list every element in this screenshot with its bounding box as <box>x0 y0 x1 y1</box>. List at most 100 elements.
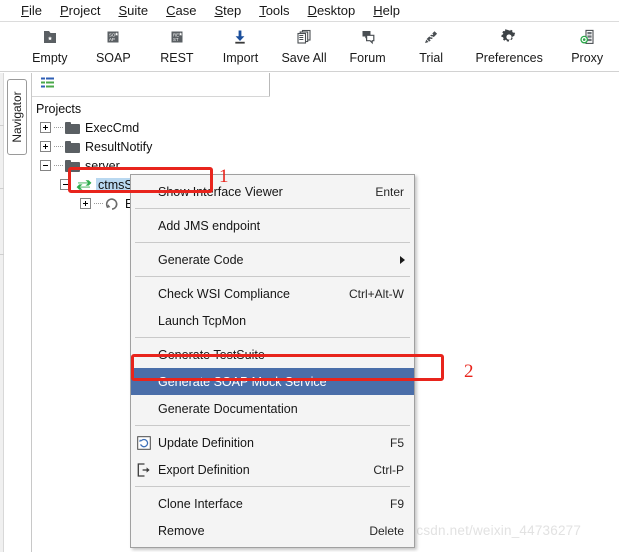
menu-item-label: Clone Interface <box>158 496 243 511</box>
collapse-toggle-icon[interactable] <box>40 160 51 171</box>
tree-label-resultnotify: ResultNotify <box>85 139 153 154</box>
save-all-icon <box>294 26 314 48</box>
menu-item-clone-interface[interactable]: Clone Interface F9 <box>131 490 414 517</box>
navigator-tab-label: Navigator <box>10 91 24 143</box>
menu-step[interactable]: Step <box>205 1 250 20</box>
operation-icon <box>105 197 121 211</box>
tree-row-projects[interactable]: Projects <box>36 99 81 118</box>
gear-icon <box>499 26 519 48</box>
menu-item-generate-documentation[interactable]: Generate Documentation <box>131 395 414 422</box>
tree-connector <box>54 164 63 167</box>
tree-connector <box>94 202 103 205</box>
menu-desktop[interactable]: Desktop <box>299 1 365 20</box>
submenu-arrow-icon <box>400 255 405 264</box>
menu-item-generate-testsuite[interactable]: Generate TestSuite <box>131 341 414 368</box>
menu-item-shortcut: Delete <box>369 523 404 538</box>
expand-toggle-icon[interactable] <box>40 141 51 152</box>
strip-divider-3 <box>0 254 4 255</box>
toolbar-label-proxy: Proxy <box>571 51 604 65</box>
collapse-toggle-icon[interactable] <box>60 179 71 190</box>
toolbar-label-preferences: Preferences <box>475 51 543 65</box>
toolbar-button-empty[interactable]: Empty <box>18 22 82 70</box>
menu-item-label: Launch TcpMon <box>158 313 247 328</box>
menu-item-update-definition[interactable]: Update Definition F5 <box>131 429 414 456</box>
toolbar-label-trial: Trial <box>419 51 444 65</box>
proxy-icon <box>577 26 597 48</box>
trial-icon <box>421 26 441 48</box>
tree-connector <box>54 126 63 129</box>
menu-file[interactable]: File <box>12 1 51 20</box>
folder-icon <box>65 140 80 153</box>
toolbar-label-rest: REST <box>160 51 194 65</box>
toolbar-button-import[interactable]: Import <box>209 22 273 70</box>
toolbar-label-import: Import <box>222 51 259 65</box>
navigator-strip: Navigator <box>0 73 32 552</box>
menu-tools[interactable]: Tools <box>250 1 298 20</box>
strip-divider-2 <box>0 188 4 189</box>
expand-toggle-icon[interactable] <box>40 122 51 133</box>
forum-icon <box>358 26 378 48</box>
toolbar-button-trial[interactable]: Trial <box>399 22 463 70</box>
menu-separator <box>135 276 410 277</box>
menu-help[interactable]: Help <box>364 1 409 20</box>
menu-bar: File Project Suite Case Step Tools Deskt… <box>0 0 619 22</box>
tree-row-resultnotify[interactable]: ResultNotify <box>40 137 152 156</box>
menu-item-label: Check WSI Compliance <box>158 286 290 301</box>
menu-item-generate-code[interactable]: Generate Code <box>131 246 414 273</box>
toolbar-button-soap[interactable]: SO AP SOAP <box>82 22 146 70</box>
menu-item-label: Remove <box>158 523 205 538</box>
menu-item-label: Generate TestSuite <box>158 347 265 362</box>
folder-icon <box>65 121 80 134</box>
menu-item-label: Export Definition <box>158 462 250 477</box>
annotation-number-2: 2 <box>464 361 474 382</box>
strip-edge <box>0 73 4 552</box>
toolbar-button-save-all[interactable]: Save All <box>272 22 336 70</box>
tree-panel-toolbar <box>32 73 270 97</box>
navigator-tab[interactable]: Navigator <box>7 79 27 155</box>
tree-row-execcmd[interactable]: ExecCmd <box>40 118 139 137</box>
toolbar-button-preferences[interactable]: Preferences <box>463 22 555 70</box>
menu-item-generate-soap-mock-service[interactable]: Generate SOAP Mock Service <box>131 368 414 395</box>
toolbar-button-forum[interactable]: Forum <box>336 22 400 70</box>
menu-item-remove[interactable]: Remove Delete <box>131 517 414 544</box>
folder-icon <box>65 159 80 172</box>
svg-text:ST: ST <box>173 37 179 42</box>
menu-item-label: Add JMS endpoint <box>158 218 261 233</box>
expand-toggle-icon[interactable] <box>80 198 91 209</box>
menu-project[interactable]: Project <box>51 1 109 20</box>
soap-interface-icon <box>76 178 92 192</box>
menu-item-export-definition[interactable]: Export Definition Ctrl-P <box>131 456 414 483</box>
menu-item-shortcut: Ctrl+Alt-W <box>349 286 404 301</box>
menu-item-shortcut: F9 <box>389 496 404 511</box>
tree-row-server[interactable]: server <box>40 156 120 175</box>
list-view-icon[interactable] <box>40 76 56 93</box>
menu-case[interactable]: Case <box>157 1 205 20</box>
menu-item-show-interface-viewer[interactable]: Show Interface Viewer Enter <box>131 178 414 205</box>
menu-item-label: Generate SOAP Mock Service <box>158 374 327 389</box>
menu-item-check-wsi-compliance[interactable]: Check WSI Compliance Ctrl+Alt-W <box>131 280 414 307</box>
menu-item-label: Update Definition <box>158 435 254 450</box>
menu-item-launch-tcpmon[interactable]: Launch TcpMon <box>131 307 414 334</box>
empty-project-icon <box>40 26 60 48</box>
tree-label-execcmd: ExecCmd <box>85 120 140 135</box>
menu-separator <box>135 337 410 338</box>
toolbar-button-proxy[interactable]: Proxy <box>555 22 619 70</box>
menu-separator <box>135 242 410 243</box>
menu-suite[interactable]: Suite <box>109 1 157 20</box>
strip-divider-1 <box>0 125 4 126</box>
menu-item-label: Generate Code <box>158 252 244 267</box>
menu-item-shortcut: Ctrl-P <box>373 462 404 477</box>
svg-text:AP: AP <box>109 37 115 42</box>
interface-context-menu[interactable]: Show Interface Viewer Enter Add JMS endp… <box>130 174 415 548</box>
main-toolbar: Empty SO AP SOAP RE ST REST Import Save … <box>0 22 619 72</box>
menu-item-shortcut: Enter <box>375 184 404 199</box>
menu-item-shortcut: F5 <box>389 435 404 450</box>
menu-item-add-jms-endpoint[interactable]: Add JMS endpoint <box>131 212 414 239</box>
annotation-number-1: 1 <box>219 166 229 187</box>
soapui-window: File Project Suite Case Step Tools Deskt… <box>0 0 619 552</box>
toolbar-label-soap: SOAP <box>95 51 131 65</box>
rest-project-icon: RE ST <box>167 26 187 48</box>
toolbar-button-rest[interactable]: RE ST REST <box>145 22 209 70</box>
menu-item-label: Generate Documentation <box>158 401 298 416</box>
menu-separator <box>135 208 410 209</box>
